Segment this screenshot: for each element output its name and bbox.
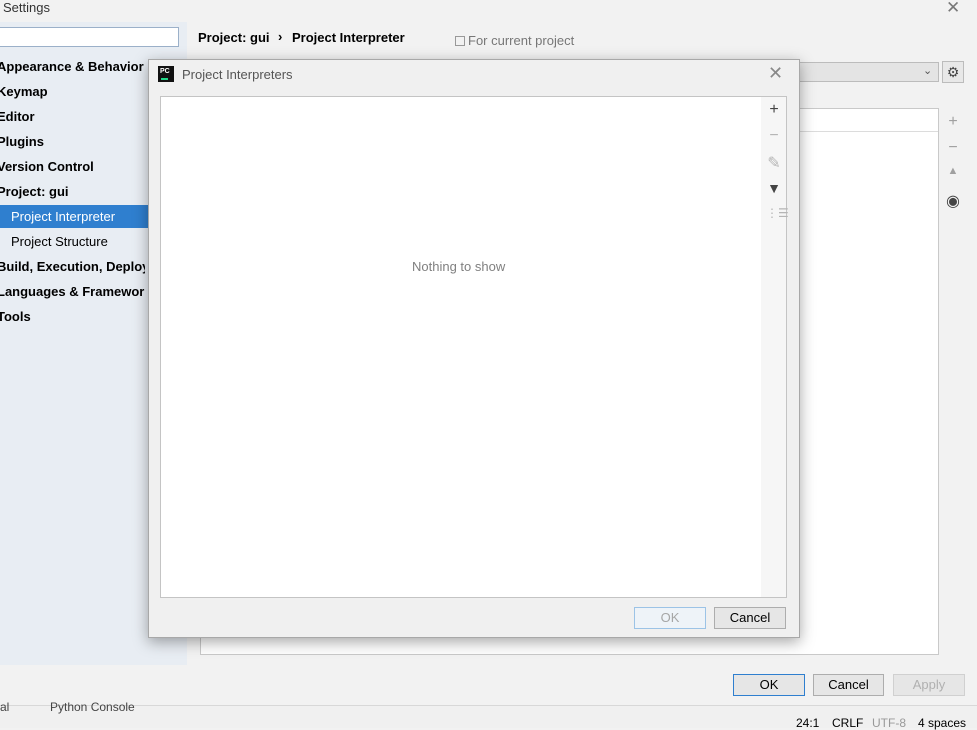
sidebar-item-appearance[interactable]: Appearance & Behavior xyxy=(0,59,144,74)
python-console-tab[interactable]: Python Console xyxy=(50,700,135,714)
upgrade-package-icon[interactable]: ▲ xyxy=(945,165,961,177)
sidebar-item-plugins[interactable]: Plugins xyxy=(0,134,44,149)
sidebar-item-languages[interactable]: Languages & Frameworks xyxy=(0,284,145,299)
empty-list-message: Nothing to show xyxy=(412,259,506,274)
pycharm-logo-icon: PC xyxy=(158,66,174,82)
cancel-button[interactable]: Cancel xyxy=(813,674,884,696)
file-encoding[interactable]: UTF-8 xyxy=(872,716,906,730)
remove-icon[interactable]: − xyxy=(766,127,782,145)
close-icon[interactable]: ✕ xyxy=(768,63,783,84)
apply-button[interactable]: Apply xyxy=(893,674,965,696)
dialog-ok-button[interactable]: OK xyxy=(634,607,706,629)
sidebar-item-keymap[interactable]: Keymap xyxy=(0,84,48,99)
caret-position[interactable]: 24:1 xyxy=(796,716,819,730)
sidebar-item-tools[interactable]: Tools xyxy=(0,309,31,324)
remove-package-icon[interactable]: − xyxy=(945,139,961,157)
sidebar-item-editor[interactable]: Editor xyxy=(0,109,35,124)
interpreter-list[interactable] xyxy=(160,96,762,598)
window-title: Settings xyxy=(3,0,50,15)
chevron-down-icon[interactable]: ⌄ xyxy=(923,64,932,77)
for-current-project-label: For current project xyxy=(468,33,575,48)
sidebar-item-project-structure[interactable]: Project Structure xyxy=(11,234,108,249)
sidebar-item-build[interactable]: Build, Execution, Deployment xyxy=(0,259,145,274)
copy-icon xyxy=(455,36,465,46)
dialog-cancel-button[interactable]: Cancel xyxy=(714,607,786,629)
sidebar-item-project[interactable]: Project: gui xyxy=(0,184,69,199)
interpreter-select[interactable] xyxy=(795,62,939,82)
tool-window-fragment[interactable]: al xyxy=(0,700,9,714)
filter-icon[interactable]: ▼ xyxy=(766,180,782,196)
eye-icon[interactable]: ◉ xyxy=(945,191,961,211)
breadcrumb-separator-icon: › xyxy=(278,29,283,44)
ok-button[interactable]: OK xyxy=(733,674,805,696)
add-icon[interactable]: + xyxy=(766,101,782,119)
edit-icon[interactable]: ✎ xyxy=(766,153,782,173)
indent-setting[interactable]: 4 spaces xyxy=(918,716,966,730)
status-bar xyxy=(0,705,977,728)
close-icon[interactable]: ✕ xyxy=(946,0,960,18)
show-paths-icon[interactable]: ⋮☰ xyxy=(766,206,789,220)
sidebar-item-project-interpreter[interactable]: Project Interpreter xyxy=(11,209,115,224)
dialog-title: Project Interpreters xyxy=(182,67,293,82)
breadcrumb-project: Project: gui xyxy=(198,30,270,45)
settings-search-input[interactable] xyxy=(0,27,179,47)
sidebar-item-version-control[interactable]: Version Control xyxy=(0,159,94,174)
breadcrumb-page: Project Interpreter xyxy=(292,30,405,45)
line-separator[interactable]: CRLF xyxy=(832,716,863,730)
gear-icon[interactable]: ⚙ xyxy=(942,61,964,83)
add-package-icon[interactable]: + xyxy=(945,113,961,131)
